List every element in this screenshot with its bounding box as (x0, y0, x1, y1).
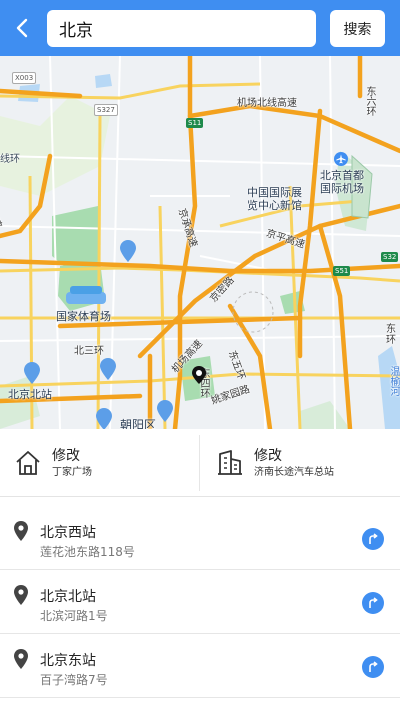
road-shield-x003: X003 (12, 72, 37, 84)
route-icon (369, 597, 378, 608)
search-input[interactable] (59, 18, 304, 39)
map-pin-icon[interactable] (120, 240, 136, 262)
location-pin-icon (14, 649, 28, 669)
label-beijing-north-station: 北京北站 (8, 388, 52, 401)
label-east-ring-right: 东 环 (386, 324, 396, 346)
label-wenyu-river: 温榆河 (388, 366, 399, 396)
company-edit-label: 修改 (254, 447, 282, 464)
label-airport-north: 机场北线高速 (237, 98, 297, 109)
back-arrow-icon (16, 18, 28, 38)
location-pin-icon (14, 521, 28, 541)
road-shield-s32: S32 (381, 252, 399, 262)
result-address: 莲花池东路118号 (40, 545, 135, 559)
label-east6: 东六环 (364, 86, 375, 116)
label-expo-center: 中国国际展 览中心新馆 (247, 186, 302, 212)
location-pin-icon (14, 585, 28, 605)
road-shield-s327: S327 (94, 104, 118, 116)
result-name: 北京北站 (40, 589, 96, 605)
map-pin-icon[interactable] (157, 400, 173, 422)
route-icon (369, 661, 378, 672)
label-national-stadium: 国家体育场 (56, 310, 111, 323)
label-line-west: 线环 (0, 154, 20, 165)
home-icon (16, 451, 40, 475)
quick-places: 修改 丁家广场 修改 济南长途汽车总站 (0, 429, 400, 497)
airport-icon (334, 152, 348, 166)
road-shield-s11: S11 (186, 118, 204, 128)
search-box[interactable] (47, 10, 316, 47)
result-name: 北京西站 (40, 525, 96, 541)
results-list: 北京西站 莲花池东路118号 北京北站 北滨河路1号 北京东站 百子湾路7号 (0, 507, 400, 699)
company-place-button[interactable]: 修改 济南长途汽车总站 (216, 429, 400, 497)
list-item[interactable]: 北京北站 北滨河路1号 (0, 571, 400, 634)
top-bar: 搜索 (0, 0, 400, 56)
map-pin-icon[interactable] (24, 362, 40, 384)
map-pin-icon[interactable] (96, 408, 112, 429)
company-address: 济南长途汽车总站 (254, 466, 334, 478)
back-button[interactable] (8, 14, 36, 42)
divider (199, 435, 200, 491)
result-address: 北滨河路1号 (40, 609, 108, 623)
current-location-icon (192, 366, 206, 384)
list-item[interactable]: 北京东站 百子湾路7号 (0, 635, 400, 698)
label-north3ring: 北三环 (74, 346, 104, 357)
navigate-button[interactable] (362, 528, 384, 550)
map-pin-icon[interactable] (100, 358, 116, 380)
list-item[interactable]: 北京西站 莲花池东路118号 (0, 507, 400, 570)
label-capital-airport: 北京首都 国际机场 (320, 169, 364, 195)
home-address: 丁家广场 (52, 466, 92, 478)
navigate-button[interactable] (362, 592, 384, 614)
result-address: 百子湾路7号 (40, 673, 108, 687)
navigate-button[interactable] (362, 656, 384, 678)
home-edit-label: 修改 (52, 447, 80, 464)
route-icon (369, 533, 378, 544)
building-icon (218, 450, 242, 475)
map-view[interactable]: X003 S327 S11 机场北线高速 东六环 线环 北京首都 国际机场 中国… (0, 56, 400, 429)
road-shield-s51: S51 (333, 266, 351, 276)
home-place-button[interactable]: 修改 丁家广场 (14, 429, 199, 497)
result-name: 北京东站 (40, 653, 96, 669)
search-button[interactable]: 搜索 (330, 10, 385, 47)
label-chaoyang: 朝阳区 (120, 418, 157, 429)
